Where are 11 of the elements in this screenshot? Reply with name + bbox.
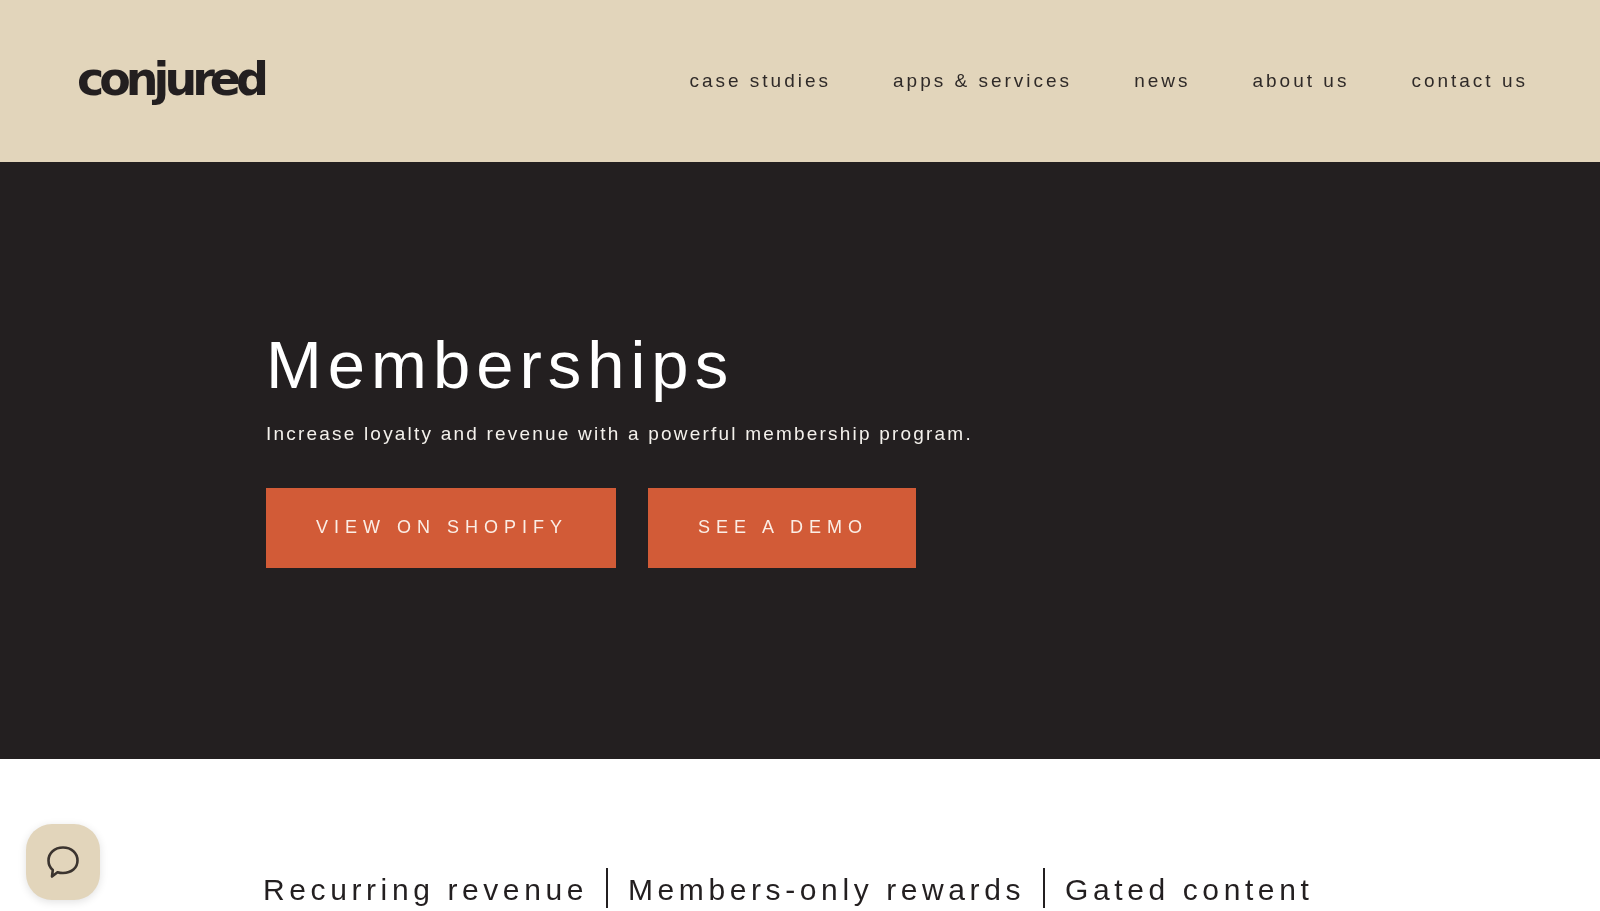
chat-button[interactable] [26,824,100,900]
nav-link[interactable]: news [1134,69,1191,93]
nav-link[interactable]: apps & services [893,69,1073,93]
feature-label: Recurring revenue [263,872,588,908]
nav-link[interactable]: about us [1252,69,1350,93]
nav-link[interactable]: contact us [1411,69,1528,93]
nav-link[interactable]: case studies [689,69,831,93]
hero-subtitle: Increase loyalty and revenue with a powerful membership program. [266,423,974,446]
feature-label: Members-only rewards [628,872,1026,908]
chat-bubble-icon [46,845,80,879]
feature-label: Gated content [1065,872,1314,908]
